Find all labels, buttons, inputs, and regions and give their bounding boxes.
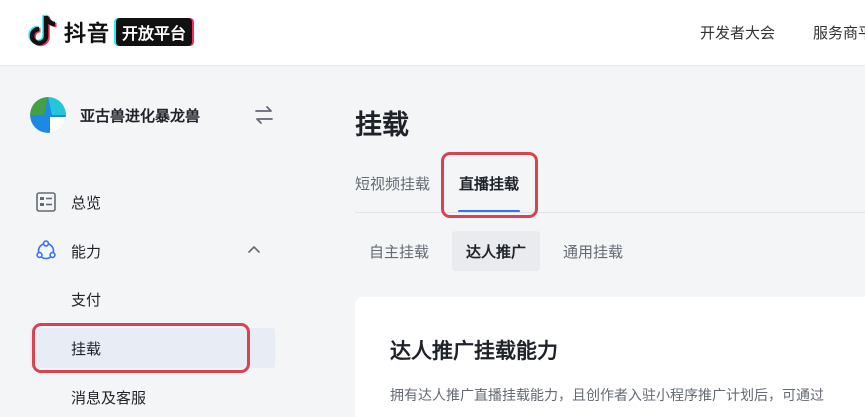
logo-text: 抖音 — [64, 21, 111, 46]
sidebar-item-label: 能力 — [71, 243, 102, 261]
app-logo-icon — [30, 97, 66, 133]
top-header: 抖音 开放平台 开发者大会 服务商平 — [0, 0, 865, 66]
overview-icon — [36, 192, 56, 212]
sidebar-item-label: 总览 — [71, 194, 102, 212]
sidebar-subitem-label: 消息及客服 — [71, 389, 147, 407]
nav-service-provider[interactable]: 服务商平 — [813, 22, 865, 43]
capability-card: 达人推广挂载能力 拥有达人推广直播挂载能力，且创作者入驻小程序推广计划后，可通过 — [355, 297, 865, 417]
highlight-box-mount — [32, 323, 250, 373]
sidebar-item-capability[interactable]: 能力 — [30, 231, 275, 271]
page-title: 挂载 — [355, 110, 409, 140]
sidebar-subitem-label: 支付 — [71, 291, 102, 309]
card-title: 达人推广挂载能力 — [390, 340, 558, 363]
main-content: 挂载 短视频挂载 直播挂载 自主挂载 达人推广 通用挂载 达人推广挂载能力 拥有… — [290, 67, 865, 417]
highlight-box-live-tab — [441, 152, 538, 218]
chevron-up-icon[interactable] — [247, 243, 261, 257]
app-name: 亚古兽进化暴龙兽 — [80, 107, 201, 125]
tabs-divider — [355, 212, 865, 213]
sidebar-subitem-messages[interactable]: 消息及客服 — [30, 377, 275, 417]
card-description: 拥有达人推广直播挂载能力，且创作者入驻小程序推广计划后，可通过 — [390, 387, 824, 403]
subtab-self-mount[interactable]: 自主挂载 — [355, 231, 443, 271]
app-selector[interactable]: 亚古兽进化暴龙兽 — [30, 97, 275, 133]
tab-short-video-mount[interactable]: 短视频挂载 — [355, 173, 430, 194]
sidebar-item-overview[interactable]: 总览 — [30, 182, 275, 222]
sidebar-subitem-payment[interactable]: 支付 — [30, 279, 275, 319]
douyin-open-platform-logo[interactable]: 抖音 开放平台 — [26, 14, 193, 50]
nav-developer-conference[interactable]: 开发者大会 — [700, 22, 775, 43]
subtab-influencer-promotion[interactable]: 达人推广 — [452, 231, 541, 271]
logo-badge: 开放平台 — [116, 18, 193, 46]
subtab-general-mount[interactable]: 通用挂载 — [549, 231, 637, 271]
app-avatar — [30, 97, 66, 133]
tiktok-logo-icon — [28, 14, 57, 47]
capability-icon — [36, 240, 56, 260]
sidebar: 亚古兽进化暴龙兽 总览 能力 支付 挂载 消息及客服 — [0, 67, 290, 407]
switch-app-icon[interactable] — [253, 105, 275, 125]
